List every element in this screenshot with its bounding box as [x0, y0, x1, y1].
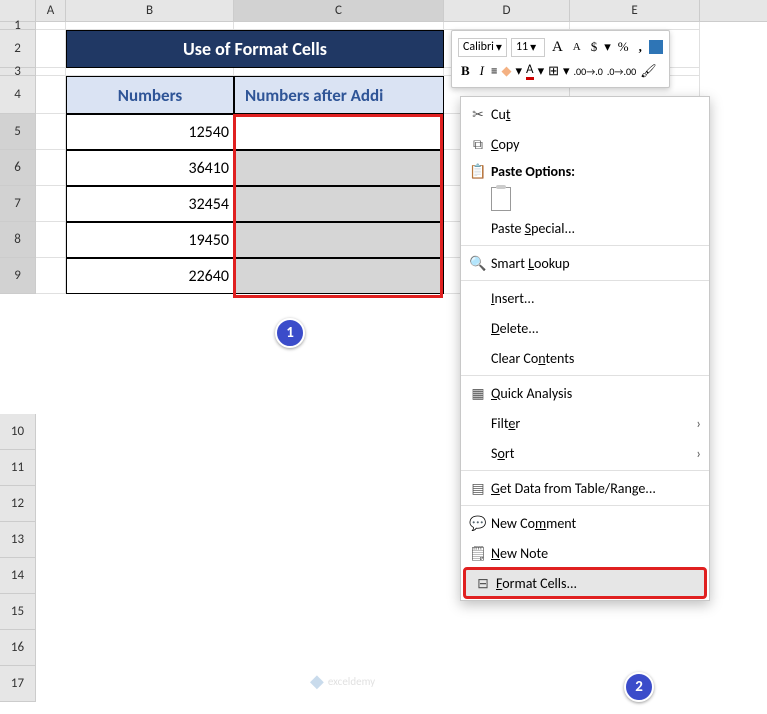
row-header-17[interactable]: 17 — [0, 666, 36, 702]
logo-icon: ◆ — [310, 670, 324, 692]
bold-button[interactable]: B — [458, 62, 473, 80]
header-numbers[interactable]: Numbers — [66, 76, 234, 114]
currency-button[interactable]: $ — [588, 38, 601, 56]
format-cells-icon: ⊟ — [470, 575, 496, 592]
cell-A7[interactable] — [36, 186, 66, 222]
col-header-E[interactable]: E — [570, 0, 700, 21]
callout-badge-1: 1 — [275, 318, 305, 348]
font-color-icon[interactable]: A — [526, 62, 534, 80]
menu-quick-analysis[interactable]: ▦Quick Analysis — [461, 378, 709, 408]
cell-B9[interactable]: 22640 — [66, 258, 234, 294]
title-cell[interactable]: Use of Format Cells — [66, 30, 444, 68]
fill-color-icon[interactable]: ◆ — [502, 64, 512, 79]
menu-cut[interactable]: ✂Cut — [461, 99, 709, 129]
menu-format-cells[interactable]: ⊟Format Cells... — [463, 567, 707, 599]
decrease-decimal-icon[interactable]: .00→.0 — [574, 65, 603, 78]
cell-C7[interactable] — [234, 186, 444, 222]
menu-copy[interactable]: ⧉Copy — [461, 129, 709, 159]
menu-new-comment[interactable]: 💬New Comment — [461, 508, 709, 538]
chevron-right-icon: › — [696, 445, 701, 462]
menu-sort[interactable]: Sort› — [461, 438, 709, 468]
clipboard-icon: 📋 — [465, 163, 491, 180]
cell-C8[interactable] — [234, 222, 444, 258]
comma-button[interactable]: , — [636, 38, 645, 56]
row-header-16[interactable]: 16 — [0, 630, 36, 666]
cell-B5[interactable]: 12540 — [66, 114, 234, 150]
font-selector[interactable]: Calibri ▾ — [458, 38, 507, 57]
format-icon[interactable] — [649, 40, 663, 54]
menu-filter[interactable]: Filter› — [461, 408, 709, 438]
comment-icon: 💬 — [465, 515, 491, 532]
row-header-9[interactable]: 9 — [0, 258, 36, 294]
row-headers: 1 2 3 4 5 6 7 8 9 10 11 12 13 14 15 16 1… — [0, 22, 36, 702]
column-headers: A B C D E — [0, 0, 767, 22]
row-header-10[interactable]: 10 — [0, 414, 36, 450]
chevron-right-icon: › — [696, 415, 701, 432]
row-header-13[interactable]: 13 — [0, 522, 36, 558]
italic-button[interactable]: I — [477, 62, 487, 80]
decrease-font-icon[interactable]: A — [570, 40, 584, 54]
cell-C9[interactable] — [234, 258, 444, 294]
paste-option-button[interactable] — [491, 187, 511, 211]
format-painter-icon[interactable]: 🖌 — [640, 64, 657, 79]
cell-A6[interactable] — [36, 150, 66, 186]
menu-paste-special[interactable]: Paste Special... — [461, 213, 709, 243]
cell-A8[interactable] — [36, 222, 66, 258]
border-icon[interactable]: ⊞ — [548, 64, 559, 79]
row-header-12[interactable]: 12 — [0, 486, 36, 522]
row-header-3[interactable]: 3 — [0, 68, 36, 76]
search-icon: 🔍 — [465, 255, 491, 272]
col-header-D[interactable]: D — [444, 0, 570, 21]
row-header-7[interactable]: 7 — [0, 186, 36, 222]
row-header-5[interactable]: 5 — [0, 114, 36, 150]
increase-font-icon[interactable]: A — [549, 38, 566, 57]
col-header-C[interactable]: C — [234, 0, 444, 21]
context-menu: ✂Cut ⧉Copy 📋Paste Options: Paste Special… — [460, 96, 710, 601]
menu-smart-lookup[interactable]: 🔍Smart Lookup — [461, 248, 709, 278]
menu-clear-contents[interactable]: Clear Contents — [461, 343, 709, 373]
cell-A5[interactable] — [36, 114, 66, 150]
mini-toolbar: Calibri ▾ 11 ▾ A A $ ▾ % , B I ≡ ◆▾ A▾ ⊞… — [451, 30, 670, 88]
percent-button[interactable]: % — [615, 38, 632, 56]
menu-get-data[interactable]: ▤Get Data from Table/Range... — [461, 473, 709, 503]
menu-delete[interactable]: Delete... — [461, 313, 709, 343]
copy-icon: ⧉ — [465, 136, 491, 153]
row-header-6[interactable]: 6 — [0, 150, 36, 186]
cell-C5[interactable] — [234, 114, 444, 150]
col-header-A[interactable]: A — [36, 0, 66, 21]
callout-badge-2: 2 — [624, 672, 654, 702]
cell-B6[interactable]: 36410 — [66, 150, 234, 186]
row-header-4[interactable]: 4 — [0, 76, 36, 114]
menu-paste-options-label: 📋Paste Options: — [461, 159, 709, 183]
increase-decimal-icon[interactable]: .0→.00 — [607, 65, 636, 78]
analysis-icon: ▦ — [465, 385, 491, 402]
row-header-11[interactable]: 11 — [0, 450, 36, 486]
cell-A9[interactable] — [36, 258, 66, 294]
scissors-icon: ✂ — [465, 106, 491, 123]
row-header-2[interactable]: 2 — [0, 30, 36, 68]
cell-B7[interactable]: 32454 — [66, 186, 234, 222]
header-numbers-after[interactable]: Numbers after Addi — [234, 76, 444, 114]
cell-A4[interactable] — [36, 76, 66, 114]
note-icon: 🗒 — [465, 545, 491, 562]
align-icon[interactable]: ≡ — [491, 64, 497, 79]
menu-new-note[interactable]: 🗒New Note — [461, 538, 709, 568]
table-icon: ▤ — [465, 480, 491, 497]
row-header-15[interactable]: 15 — [0, 594, 36, 630]
row-header-14[interactable]: 14 — [0, 558, 36, 594]
cell-B8[interactable]: 19450 — [66, 222, 234, 258]
menu-insert[interactable]: Insert... — [461, 283, 709, 313]
col-header-B[interactable]: B — [66, 0, 234, 21]
row-header-8[interactable]: 8 — [0, 222, 36, 258]
watermark: ◆ exceldemy — [310, 670, 375, 692]
cell-C6[interactable] — [234, 150, 444, 186]
font-size-selector[interactable]: 11 ▾ — [511, 38, 545, 57]
cell-A2[interactable] — [36, 30, 66, 68]
row-header-1[interactable]: 1 — [0, 22, 36, 30]
